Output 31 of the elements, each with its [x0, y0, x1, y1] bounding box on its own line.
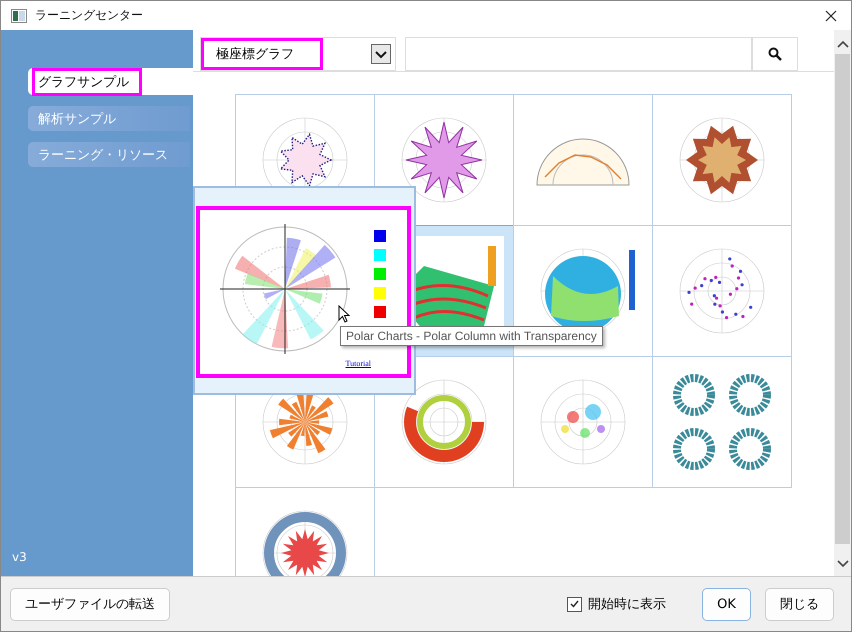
scroll-down-icon[interactable] — [836, 560, 848, 568]
category-dropdown[interactable]: 極座標グラフ — [200, 36, 396, 70]
dialog-button[interactable]: 閉じる — [765, 588, 834, 620]
show-on-startup-label[interactable]: 開始時に表示 — [588, 595, 666, 613]
vertical-scrollbar[interactable] — [834, 30, 851, 576]
mouse-pointer-icon — [338, 305, 350, 323]
sidebar-tab[interactable]: グラフサンプル — [28, 68, 193, 95]
dropdown-caret-icon[interactable] — [371, 44, 391, 64]
legend-swatch — [374, 268, 386, 280]
scroll-up-icon[interactable] — [836, 40, 848, 48]
sample-thumbnail[interactable] — [652, 356, 792, 488]
show-on-startup-checkbox[interactable] — [567, 596, 582, 612]
transfer-user-files-button[interactable]: ユーザファイルの転送 — [10, 588, 170, 620]
legend-swatch — [374, 287, 386, 299]
legend-swatch — [374, 230, 386, 242]
window-title: ラーニングセンター — [35, 7, 143, 24]
tutorial-link[interactable]: Tutorial — [346, 359, 371, 368]
search-field[interactable] — [405, 36, 752, 70]
window-app-icon — [11, 8, 27, 22]
scrollbar-thumb[interactable] — [835, 54, 850, 544]
version-label: v3 — [11, 550, 28, 564]
search-icon — [768, 46, 782, 60]
search-button[interactable] — [752, 36, 798, 70]
tooltip: Polar Charts - Polar Column with Transparency — [340, 326, 603, 346]
sample-thumbnail[interactable] — [374, 356, 514, 488]
legend-swatch — [374, 249, 386, 261]
legend-swatch — [374, 306, 386, 318]
dialog-button[interactable]: OK — [702, 588, 751, 620]
close-icon[interactable] — [825, 10, 837, 22]
check-mark-icon — [570, 600, 579, 608]
sample-thumbnail[interactable] — [652, 94, 792, 226]
